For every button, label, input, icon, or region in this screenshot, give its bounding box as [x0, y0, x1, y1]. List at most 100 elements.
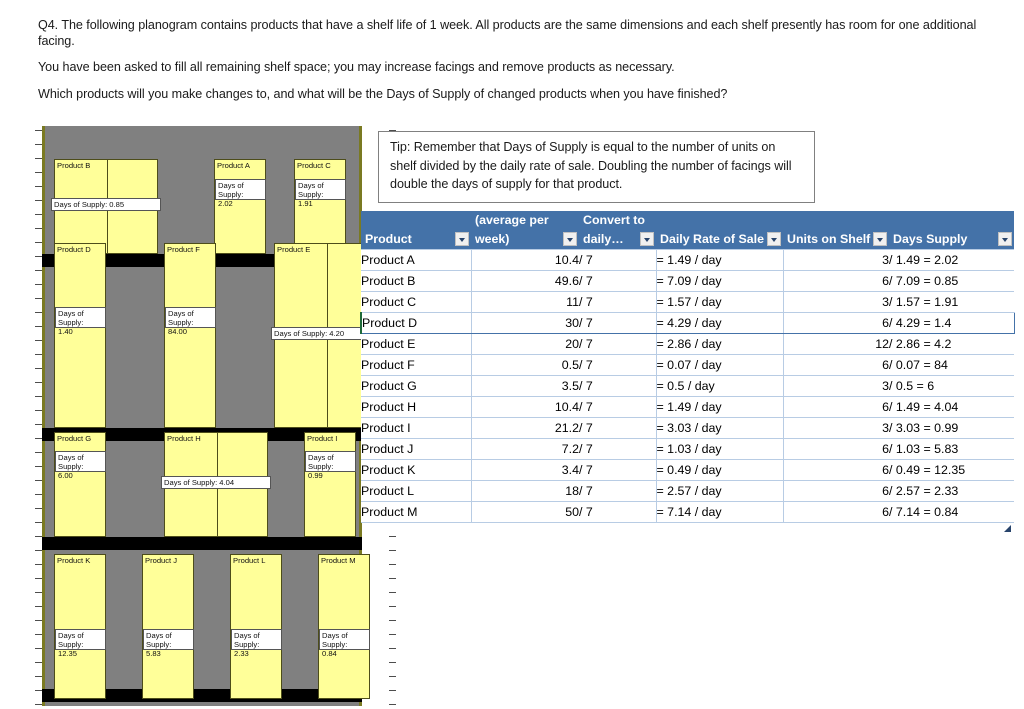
cell-units-on-shelf[interactable]: 6 — [783, 438, 889, 460]
cell-units-on-shelf[interactable]: 6 — [783, 501, 889, 523]
table-resize-handle[interactable] — [1003, 524, 1011, 532]
cell-days-supply[interactable]: / 1.03 = 5.83 — [889, 438, 1014, 460]
cell-product[interactable]: Product E — [361, 333, 472, 355]
cell-convert-to-daily[interactable]: / 7 — [579, 459, 657, 481]
cell-product[interactable]: Product I — [361, 417, 472, 439]
table-row[interactable]: Product D 30/ 7 = 4.29 / day 6/ 4.29 = 1.4 — [360, 312, 1015, 334]
table-row[interactable]: Product C 11/ 7 = 1.57 / day 3/ 1.57 = 1.91 — [361, 291, 1014, 313]
cell-product[interactable]: Product M — [361, 501, 472, 523]
cell-convert-to-daily[interactable]: / 7 — [579, 438, 657, 460]
cell-daily-rate-of-sale[interactable]: = 1.49 / day — [656, 396, 784, 418]
cell-daily-rate-of-sale[interactable]: = 0.5 / day — [656, 375, 784, 397]
column-header-product[interactable]: Product — [361, 229, 471, 250]
planogram-product-block[interactable]: Product G — [54, 432, 106, 537]
cell-units-on-shelf[interactable]: 6 — [783, 354, 889, 376]
cell-days-supply[interactable]: / 1.49 = 2.02 — [889, 249, 1014, 271]
cell-daily-rate-of-sale[interactable]: = 7.14 / day — [656, 501, 784, 523]
cell-daily-rate-of-sale[interactable]: = 0.07 / day — [656, 354, 784, 376]
cell-average-per-week[interactable]: 18 — [471, 480, 579, 502]
column-header-daily-rate-of-sale[interactable]: Daily Rate of Sale — [656, 229, 783, 250]
filter-dropdown-icon-rate[interactable] — [767, 232, 781, 246]
cell-convert-to-daily[interactable]: / 7 — [579, 375, 657, 397]
cell-units-on-shelf[interactable]: 6 — [783, 270, 889, 292]
column-header-daily[interactable]: daily… — [579, 229, 656, 250]
cell-product[interactable]: Product A — [361, 249, 472, 271]
cell-days-supply[interactable]: / 4.29 = 1.4 — [889, 312, 1015, 334]
filter-dropdown-icon-days[interactable] — [998, 232, 1012, 246]
cell-convert-to-daily[interactable]: / 7 — [579, 270, 657, 292]
cell-convert-to-daily[interactable]: / 7 — [579, 480, 657, 502]
cell-product[interactable]: Product G — [361, 375, 472, 397]
cell-daily-rate-of-sale[interactable]: = 1.57 / day — [656, 291, 784, 313]
cell-average-per-week[interactable]: 50 — [471, 501, 579, 523]
cell-average-per-week[interactable]: 0.5 — [471, 354, 579, 376]
cell-average-per-week[interactable]: 10.4 — [471, 396, 579, 418]
planogram-product-block[interactable]: Product K — [54, 554, 106, 699]
table-row[interactable]: Product E 20/ 7 = 2.86 / day 12/ 2.86 = 4.2 — [361, 333, 1014, 355]
cell-daily-rate-of-sale[interactable]: = 7.09 / day — [656, 270, 784, 292]
table-row[interactable]: Product K 3.4/ 7 = 0.49 / day 6/ 0.49 = 12.… — [361, 459, 1014, 481]
cell-units-on-shelf[interactable]: 6 — [783, 480, 889, 502]
cell-convert-to-daily[interactable]: / 7 — [579, 291, 657, 313]
cell-days-supply[interactable]: / 2.86 = 4.2 — [889, 333, 1014, 355]
table-row[interactable]: Product L 18/ 7 = 2.57 / day 6/ 2.57 = 2.33 — [361, 480, 1014, 502]
cell-convert-to-daily[interactable]: / 7 — [579, 354, 657, 376]
table-row[interactable]: Product G 3.5/ 7 = 0.5 / day 3/ 0.5 = 6 — [361, 375, 1014, 397]
cell-average-per-week[interactable]: 49.6 — [471, 270, 579, 292]
cell-average-per-week[interactable]: 20 — [471, 333, 579, 355]
filter-dropdown-icon-units[interactable] — [873, 232, 887, 246]
cell-days-supply[interactable]: / 3.03 = 0.99 — [889, 417, 1014, 439]
cell-product[interactable]: Product L — [361, 480, 472, 502]
cell-daily-rate-of-sale[interactable]: = 2.86 / day — [656, 333, 784, 355]
filter-dropdown-icon-daily[interactable] — [640, 232, 654, 246]
cell-average-per-week[interactable]: 11 — [471, 291, 579, 313]
table-row[interactable]: Product I 21.2/ 7 = 3.03 / day 3/ 3.03 = 0.… — [361, 417, 1014, 439]
cell-daily-rate-of-sale[interactable]: = 3.03 / day — [656, 417, 784, 439]
table-row[interactable]: Product A 10.4/ 7 = 1.49 / day 3/ 1.49 = 2.… — [361, 249, 1014, 271]
cell-daily-rate-of-sale[interactable]: = 4.29 / day — [656, 312, 784, 334]
cell-daily-rate-of-sale[interactable]: = 0.49 / day — [656, 459, 784, 481]
cell-convert-to-daily[interactable]: / 7 — [579, 396, 657, 418]
cell-days-supply[interactable]: / 7.09 = 0.85 — [889, 270, 1014, 292]
column-header-week[interactable]: week) — [471, 229, 579, 250]
cell-days-supply[interactable]: / 0.07 = 84 — [889, 354, 1014, 376]
column-header-days-supply[interactable]: Days Supply — [889, 229, 1014, 250]
cell-units-on-shelf[interactable]: 6 — [783, 396, 889, 418]
cell-daily-rate-of-sale[interactable]: = 1.49 / day — [656, 249, 784, 271]
cell-product[interactable]: Product K — [361, 459, 472, 481]
cell-average-per-week[interactable]: 30 — [471, 312, 579, 334]
cell-average-per-week[interactable]: 10.4 — [471, 249, 579, 271]
cell-convert-to-daily[interactable]: / 7 — [579, 312, 657, 334]
planogram-product-block[interactable]: Product L — [230, 554, 282, 699]
filter-dropdown-icon-product[interactable] — [455, 232, 469, 246]
cell-days-supply[interactable]: / 7.14 = 0.84 — [889, 501, 1014, 523]
cell-units-on-shelf[interactable]: 6 — [783, 459, 889, 481]
table-row[interactable]: Product J 7.2/ 7 = 1.03 / day 6/ 1.03 = 5.8… — [361, 438, 1014, 460]
cell-convert-to-daily[interactable]: / 7 — [579, 333, 657, 355]
cell-units-on-shelf[interactable]: 6 — [783, 312, 889, 334]
table-row[interactable]: Product H 10.4/ 7 = 1.49 / day 6/ 1.49 = 4.… — [361, 396, 1014, 418]
cell-days-supply[interactable]: / 0.5 = 6 — [889, 375, 1014, 397]
cell-convert-to-daily[interactable]: / 7 — [579, 417, 657, 439]
cell-days-supply[interactable]: / 1.49 = 4.04 — [889, 396, 1014, 418]
cell-daily-rate-of-sale[interactable]: = 2.57 / day — [656, 480, 784, 502]
cell-product[interactable]: Product B — [361, 270, 472, 292]
table-row[interactable]: Product F 0.5/ 7 = 0.07 / day 6/ 0.07 = 84 — [361, 354, 1014, 376]
cell-units-on-shelf[interactable]: 12 — [783, 333, 889, 355]
filter-dropdown-icon-week[interactable] — [563, 232, 577, 246]
column-header-units-on-shelf[interactable]: Units on Shelf — [783, 229, 889, 250]
cell-units-on-shelf[interactable]: 3 — [783, 375, 889, 397]
cell-average-per-week[interactable]: 3.5 — [471, 375, 579, 397]
planogram-product-block[interactable]: Product M — [318, 554, 370, 699]
cell-convert-to-daily[interactable]: / 7 — [579, 249, 657, 271]
cell-average-per-week[interactable]: 3.4 — [471, 459, 579, 481]
cell-convert-to-daily[interactable]: / 7 — [579, 501, 657, 523]
cell-days-supply[interactable]: / 2.57 = 2.33 — [889, 480, 1014, 502]
cell-product[interactable]: Product J — [361, 438, 472, 460]
cell-product[interactable]: Product F — [361, 354, 472, 376]
cell-daily-rate-of-sale[interactable]: = 1.03 / day — [656, 438, 784, 460]
cell-average-per-week[interactable]: 7.2 — [471, 438, 579, 460]
cell-days-supply[interactable]: / 1.57 = 1.91 — [889, 291, 1014, 313]
cell-product[interactable]: Product H — [361, 396, 472, 418]
cell-units-on-shelf[interactable]: 3 — [783, 291, 889, 313]
